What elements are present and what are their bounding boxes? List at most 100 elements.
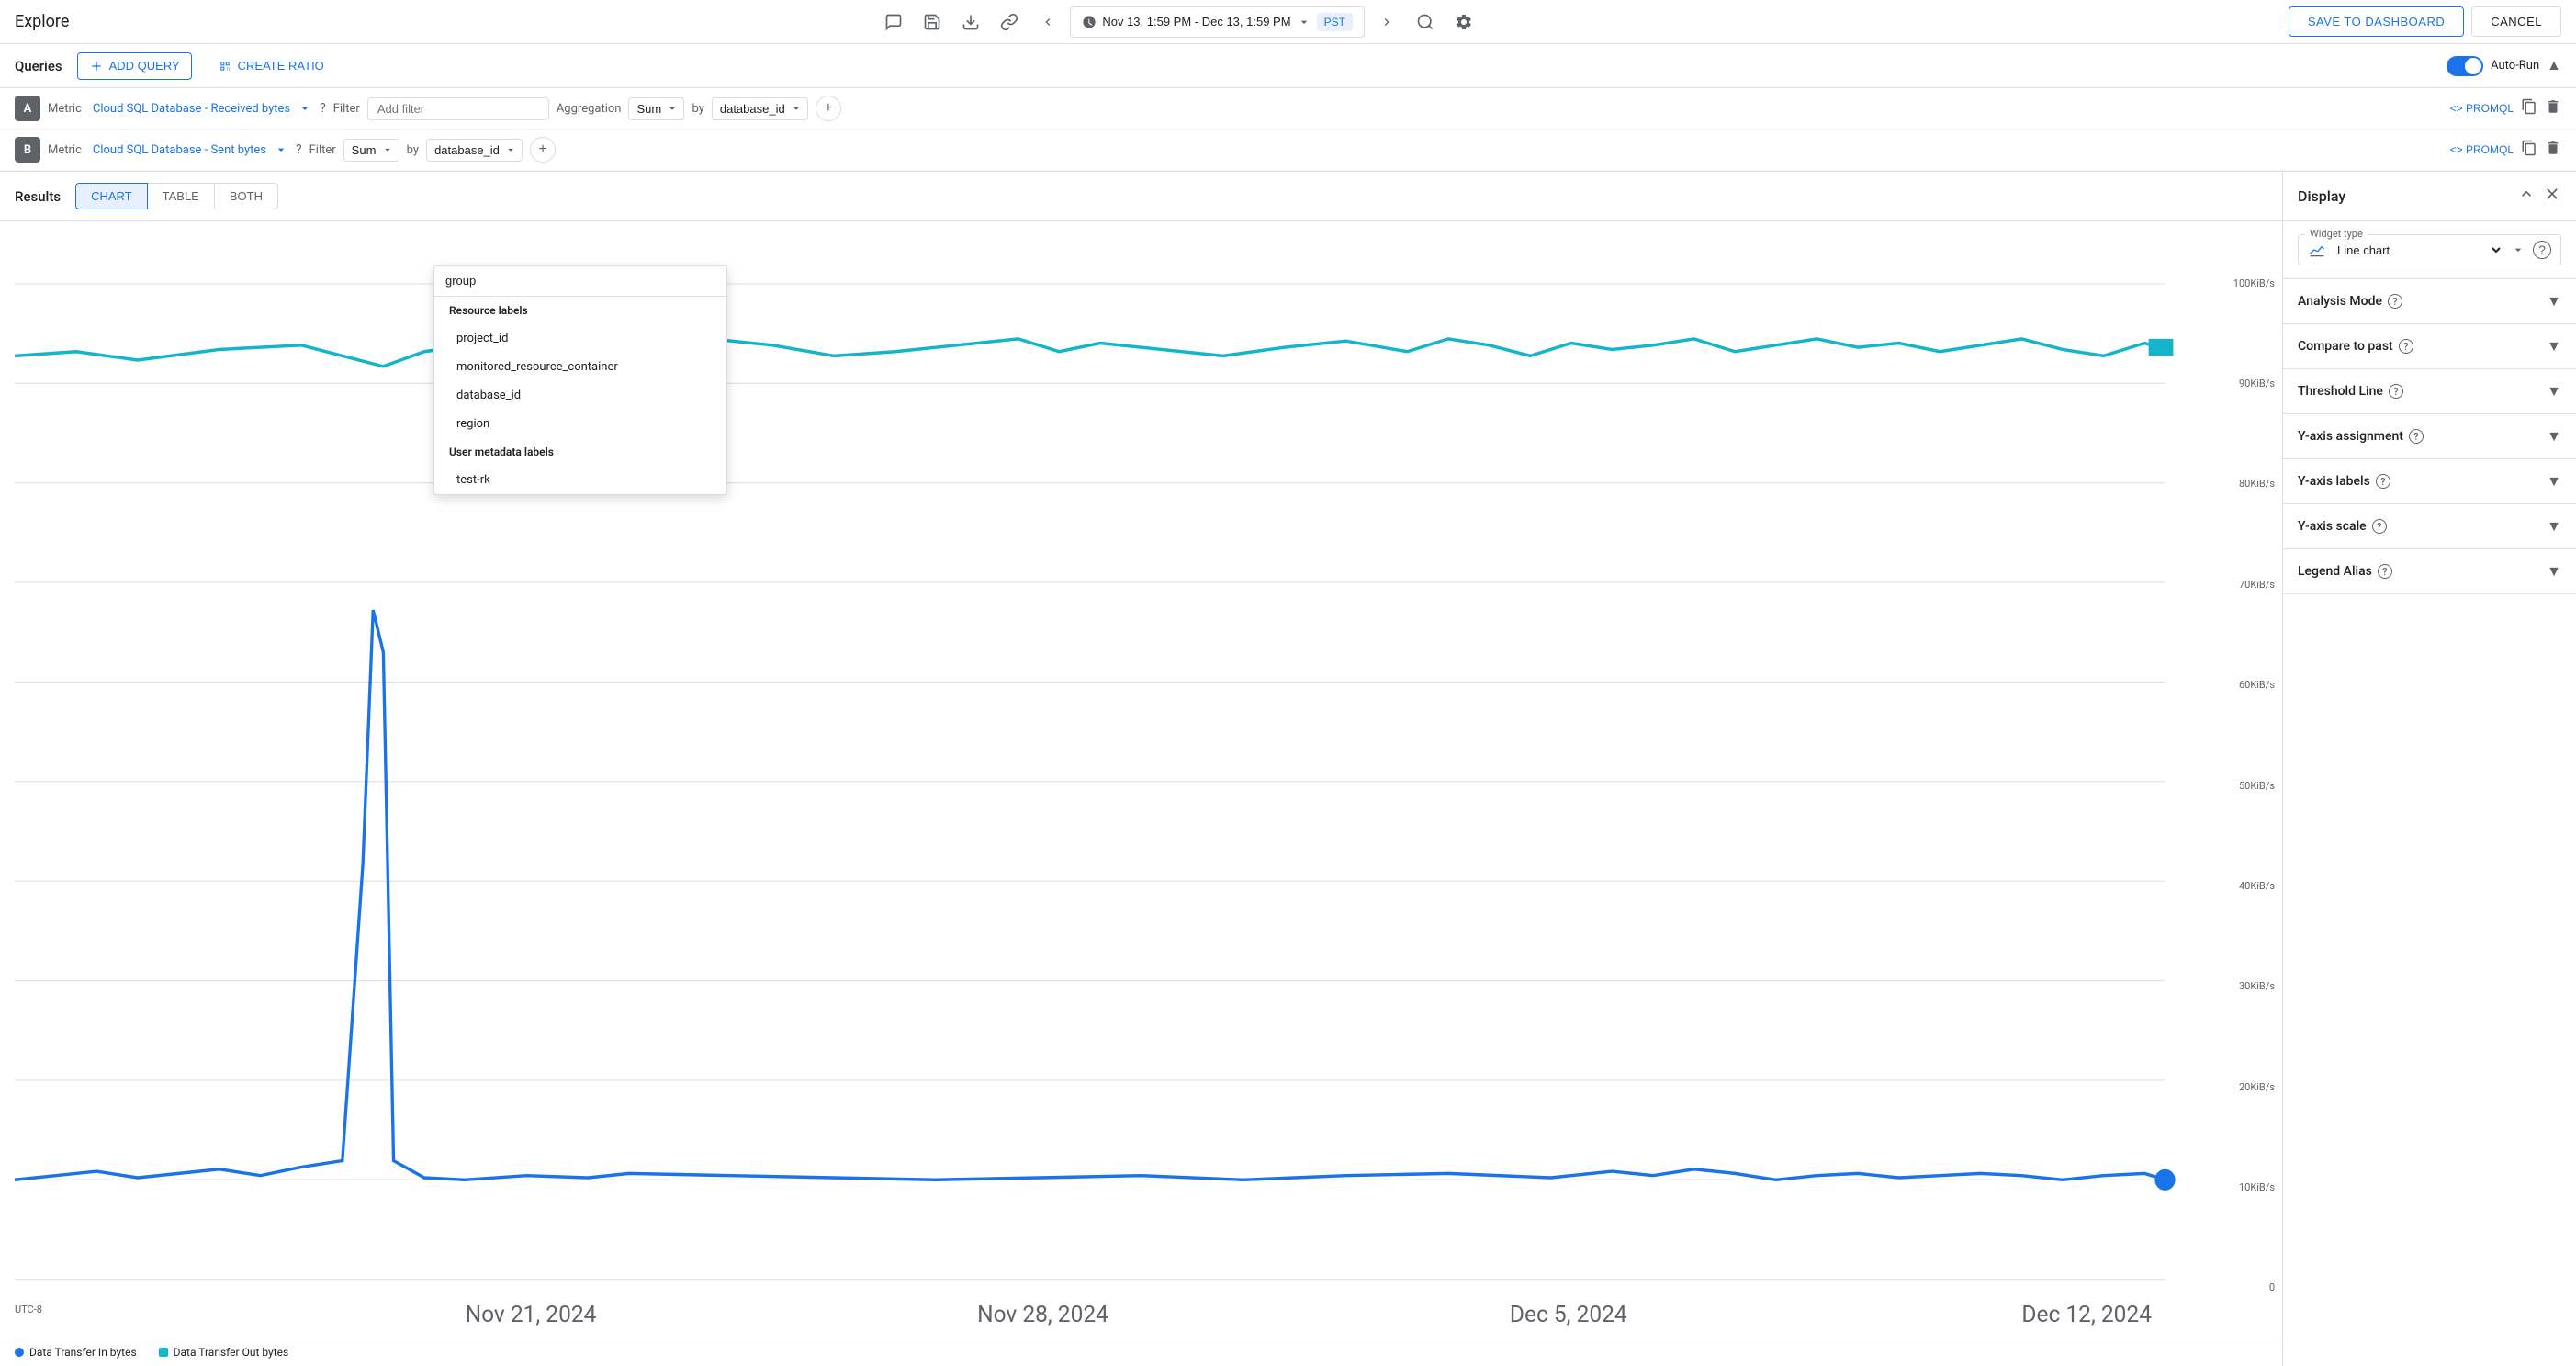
threshold-line-help-icon[interactable]: ? — [2389, 384, 2403, 399]
tab-table[interactable]: TABLE — [148, 183, 215, 209]
help-icon-a[interactable]: ? — [320, 101, 326, 116]
filter-label-b: Filter — [309, 143, 336, 157]
accordion-analysis-mode-header[interactable]: Analysis Mode ? ▼ — [2283, 279, 2576, 323]
accordion-threshold-line: Threshold Line ? ▼ — [2283, 369, 2576, 414]
nav-next-btn[interactable] — [1370, 6, 1403, 39]
accordion-y-axis-scale-header[interactable]: Y-axis scale ? ▼ — [2283, 504, 2576, 548]
top-bar-center: Nov 13, 1:59 PM - Dec 13, 1:59 PM PST — [877, 6, 1480, 39]
time-range-btn[interactable]: Nov 13, 1:59 PM - Dec 13, 1:59 PM PST — [1070, 6, 1365, 38]
add-filter-btn-a[interactable]: + — [816, 96, 841, 121]
comment-icon-btn[interactable] — [877, 6, 910, 39]
by-select-a[interactable]: database_id — [712, 97, 808, 120]
accordion-y-axis-assignment-header[interactable]: Y-axis assignment ? ▼ — [2283, 414, 2576, 458]
by-label-b: by — [407, 143, 419, 157]
download-icon-btn[interactable] — [954, 6, 987, 39]
legend-label-a: Data Transfer In bytes — [29, 1346, 137, 1359]
add-filter-btn-b[interactable]: + — [530, 137, 556, 163]
by-select-b[interactable]: database_id — [426, 139, 523, 162]
y-label-60: 60KiB/s — [2239, 679, 2275, 691]
link-icon-btn[interactable] — [993, 6, 1026, 39]
x-label-nov28: Nov 28, 2024 — [977, 1301, 1108, 1327]
chart-wrapper: 100KiB/s 90KiB/s 80KiB/s 70KiB/s 60KiB/s… — [0, 221, 2282, 1338]
display-collapse-btn[interactable] — [2517, 185, 2536, 208]
tab-chart[interactable]: CHART — [75, 183, 148, 209]
delete-btn-b[interactable] — [2545, 140, 2561, 161]
metric-dropdown-b[interactable] — [274, 142, 288, 157]
analysis-mode-help-icon[interactable]: ? — [2388, 294, 2402, 309]
metric-value-b[interactable]: Cloud SQL Database - Sent bytes — [93, 143, 266, 157]
dropdown-item-monitored[interactable]: monitored_resource_container — [434, 353, 726, 381]
nav-prev-btn[interactable] — [1031, 6, 1064, 39]
create-ratio-button[interactable]: CREATE RATIO — [207, 53, 335, 79]
legend-dot-a — [15, 1348, 24, 1357]
y-axis-labels-help-icon[interactable]: ? — [2376, 474, 2390, 489]
results-tabs: CHART TABLE BOTH — [75, 183, 278, 209]
queries-bar: Queries ADD QUERY CREATE RATIO Auto-Run … — [0, 44, 2576, 88]
ratio-icon — [218, 59, 232, 73]
collapse-queries-button[interactable]: ▲ — [2547, 58, 2561, 74]
widget-help-icon[interactable]: ? — [2533, 241, 2551, 259]
legend-item-a: Data Transfer In bytes — [15, 1346, 137, 1359]
search-icon-btn[interactable] — [1409, 6, 1442, 39]
tab-both[interactable]: BOTH — [215, 183, 278, 209]
accordion-threshold-line-header[interactable]: Threshold Line ? ▼ — [2283, 369, 2576, 413]
promql-btn-a[interactable]: <> PROMQL — [2450, 102, 2514, 115]
dropdown-search-input[interactable] — [445, 274, 715, 288]
accordion-legend-alias-header[interactable]: Legend Alias ? ▼ — [2283, 549, 2576, 593]
delete-btn-a[interactable] — [2545, 98, 2561, 119]
aggr-select-a[interactable]: Sum — [628, 97, 684, 120]
legend-dot-b — [159, 1348, 168, 1357]
timezone-badge: PST — [1317, 13, 1353, 31]
dropdown-item-database_id[interactable]: database_id — [434, 381, 726, 410]
filter-input-a[interactable] — [367, 97, 549, 120]
settings-icon-btn[interactable] — [1447, 6, 1480, 39]
metric-dropdown-a[interactable] — [298, 101, 312, 116]
line-series-b — [15, 339, 2165, 367]
queries-bar-right: Auto-Run ▲ — [2447, 56, 2561, 76]
promql-btn-b[interactable]: <> PROMQL — [2450, 143, 2514, 156]
chart-svg: Nov 21, 2024 Nov 28, 2024 Dec 5, 2024 De… — [15, 229, 2267, 1330]
dropdown-item-test-rk[interactable]: test-rk — [434, 466, 726, 494]
queries-label: Queries — [15, 58, 62, 74]
y-axis-scale-chevron-icon: ▼ — [2547, 517, 2561, 536]
analysis-mode-chevron-icon: ▼ — [2547, 292, 2561, 310]
line-a-endpoint — [2154, 1169, 2175, 1191]
save-to-dashboard-button[interactable]: SAVE TO DASHBOARD — [2289, 6, 2464, 37]
y-label-20: 20KiB/s — [2239, 1081, 2275, 1093]
copy-btn-b[interactable] — [2521, 140, 2537, 161]
compare-to-past-help-icon[interactable]: ? — [2399, 339, 2413, 354]
dropdown-item-region[interactable]: region — [434, 410, 726, 438]
accordion-compare-to-past-header[interactable]: Compare to past ? ▼ — [2283, 324, 2576, 368]
auto-run-toggle[interactable] — [2447, 56, 2483, 76]
query-row-right-a: <> PROMQL — [2450, 98, 2561, 119]
x-label-dec5: Dec 5, 2024 — [1510, 1301, 1627, 1327]
dropdown-item-project_id[interactable]: project_id — [434, 324, 726, 353]
accordion-y-axis-scale-title: Y-axis scale ? — [2298, 519, 2387, 534]
widget-type-select[interactable]: Line chart — [2334, 243, 2503, 258]
y-axis-scale-help-icon[interactable]: ? — [2372, 519, 2387, 534]
widget-type-section: Widget type Line chart ? — [2283, 221, 2576, 279]
accordion-threshold-line-title: Threshold Line ? — [2298, 384, 2403, 399]
add-query-button[interactable]: ADD QUERY — [77, 52, 192, 80]
copy-btn-a[interactable] — [2521, 98, 2537, 119]
y-axis-assignment-help-icon[interactable]: ? — [2409, 429, 2424, 444]
display-title: Display — [2298, 187, 2345, 205]
plus-icon — [89, 59, 104, 73]
aggr-select-b[interactable]: Sum — [343, 139, 399, 162]
accordion-y-axis-labels-header[interactable]: Y-axis labels ? ▼ — [2283, 459, 2576, 503]
compare-to-past-chevron-icon: ▼ — [2547, 337, 2561, 356]
cancel-button[interactable]: CANCEL — [2471, 6, 2561, 37]
legend-alias-help-icon[interactable]: ? — [2378, 564, 2392, 579]
legend-item-b: Data Transfer Out bytes — [159, 1346, 289, 1359]
y-label-100: 100KiB/s — [2233, 277, 2275, 289]
help-icon-b[interactable]: ? — [296, 142, 302, 157]
threshold-line-chevron-icon: ▼ — [2547, 382, 2561, 401]
widget-chevron-icon — [2511, 243, 2525, 257]
query-letter-b: B — [15, 137, 40, 163]
metric-value-a[interactable]: Cloud SQL Database - Received bytes — [93, 102, 290, 116]
accordion-legend-alias: Legend Alias ? ▼ — [2283, 549, 2576, 594]
display-expand-btn[interactable] — [2543, 185, 2561, 208]
query-row-right-b: <> PROMQL — [2450, 140, 2561, 161]
save-icon-btn[interactable] — [916, 6, 949, 39]
user-metadata-header: User metadata labels — [434, 438, 726, 466]
